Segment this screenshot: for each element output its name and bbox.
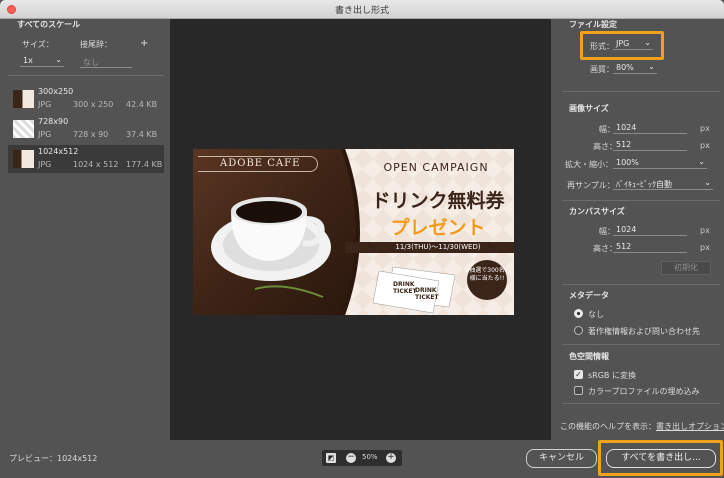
help-text: この機能のヘルプを表示：書き出しオプション: [560, 421, 724, 432]
scale-item-728x90[interactable]: 728x90 JPG 728 x 90 37.4 KB: [8, 115, 164, 143]
embed-profile-label: カラープロファイルの埋め込み: [588, 387, 700, 396]
export-all-button[interactable]: すべてを書き出し...: [606, 449, 716, 468]
chevron-down-icon: ⌄: [55, 55, 62, 64]
image-size-heading: 画像サイズ: [569, 104, 609, 113]
banner-preview-image: ADOBE CAFE OPEN CAMPAIGN ドリンク無料券 プレゼント 1…: [193, 148, 514, 318]
canvas-width-input[interactable]: 1024: [613, 225, 687, 236]
headline: ドリンク無料券: [371, 190, 505, 212]
all-scales-heading: すべてのスケール: [17, 20, 81, 29]
divider: [562, 403, 720, 404]
add-scale-button[interactable]: +: [140, 38, 148, 49]
resample-select[interactable]: ﾊﾞｲｷｭｰﾋﾞｯｸ自動 ⌄: [613, 178, 713, 190]
scale-dims: 728 x 90: [73, 130, 109, 139]
scale-item-300x250[interactable]: 300x250 JPG 300 x 250 42.4 KB: [8, 85, 164, 113]
unit-label: px: [700, 226, 710, 235]
suffix-label: 接尾辞：: [80, 40, 112, 49]
scale-name: 728x90: [38, 117, 69, 126]
zoom-out-icon[interactable]: −: [346, 453, 356, 463]
campaign-label: OPEN CAMPAIGN: [383, 161, 489, 174]
zoom-in-icon[interactable]: +: [386, 453, 396, 463]
unit-label: px: [700, 141, 710, 150]
metadata-none-radio[interactable]: [574, 309, 583, 318]
scale-format: JPG: [38, 160, 52, 169]
zoom-level: 50%: [362, 453, 378, 461]
fit-to-view-icon[interactable]: ◩: [326, 453, 336, 463]
format-label: 形式：: [590, 42, 614, 51]
window-title: 書き出し形式: [334, 6, 389, 16]
unit-label: px: [700, 243, 710, 252]
size-label: サイズ：: [22, 40, 54, 49]
quality-select[interactable]: 80% ⌄: [613, 62, 657, 74]
scale-filesize: 177.4 KB: [126, 160, 163, 169]
scale-filesize: 37.4 KB: [126, 130, 158, 139]
divider: [562, 91, 720, 92]
file-settings-heading: ファイル設定: [569, 20, 617, 29]
scale-select[interactable]: 100% ⌄: [613, 157, 707, 169]
canvas-height-input[interactable]: 512: [613, 242, 687, 253]
suffix-input[interactable]: なし: [80, 57, 132, 68]
scale-value: 100%: [616, 158, 639, 167]
quality-value: 80%: [616, 63, 634, 72]
scale-dims: 300 x 250: [73, 100, 114, 109]
format-select[interactable]: JPG ⌄: [613, 38, 653, 50]
divider: [562, 284, 720, 285]
resample-label: 再サンプル：: [567, 181, 615, 190]
scale-label: 拡大・縮小：: [565, 160, 613, 169]
preview-size-label: プレビュー：1024x512: [9, 454, 98, 463]
divider: [8, 75, 164, 76]
campaign-period: 11/3(THU)〜11/30(WED): [395, 243, 481, 251]
format-value: JPG: [616, 39, 630, 48]
scale-format: JPG: [38, 100, 52, 109]
zoom-controls: ◩ − 50% +: [322, 450, 402, 466]
canvas-size-heading: カンバスサイズ: [569, 207, 625, 216]
brand-label: ADOBE CAFE: [198, 156, 318, 172]
settings-panel: ファイル設定 形式： JPG ⌄ 画質： 80% ⌄ 画像サイズ 幅： 1024…: [557, 19, 724, 442]
thumbnail: [13, 90, 34, 108]
scale-item-1024x512[interactable]: 1024x512 JPG 1024 x 512 177.4 KB: [8, 145, 164, 173]
lottery-badge: 抽選で300名様に当たる!!: [469, 267, 505, 282]
help-link[interactable]: 書き出しオプション: [656, 422, 724, 431]
divider: [562, 344, 720, 345]
scale-format: JPG: [38, 130, 52, 139]
quality-label: 画質：: [590, 65, 614, 74]
thumbnail: [13, 120, 34, 138]
scale-name: 300x250: [38, 87, 74, 96]
scale-filesize: 42.4 KB: [126, 100, 158, 109]
scale-dims: 1024 x 512: [73, 160, 119, 169]
ticket-text: DRINK TICKET: [415, 287, 439, 301]
size-value: 1x: [23, 56, 33, 65]
chevron-down-icon: ⌄: [704, 178, 711, 187]
title-bar: 書き出し形式: [0, 0, 724, 19]
resample-value: ﾊﾞｲｷｭｰﾋﾞｯｸ自動: [616, 180, 672, 189]
srgb-checkbox[interactable]: ✓: [574, 370, 583, 379]
scale-name: 1024x512: [38, 147, 79, 156]
chevron-down-icon: ⌄: [648, 62, 655, 71]
color-info-heading: 色空間情報: [569, 352, 609, 361]
scale-panel: すべてのスケール サイズ： 接尾辞： + 1x ⌄ なし 300x250 JPG…: [0, 19, 170, 442]
srgb-label: sRGB に変換: [588, 371, 636, 380]
metadata-copyright-radio[interactable]: [574, 326, 583, 335]
chevron-down-icon: ⌄: [698, 157, 705, 166]
metadata-heading: メタデータ: [569, 291, 609, 300]
help-prefix: この機能のヘルプを表示：: [560, 422, 656, 431]
divider: [562, 200, 720, 201]
unit-label: px: [700, 124, 710, 133]
height-input[interactable]: 512: [613, 140, 687, 151]
chevron-down-icon: ⌄: [644, 38, 651, 47]
size-select[interactable]: 1x ⌄: [20, 55, 64, 67]
metadata-none-label: なし: [588, 310, 604, 319]
subhead: プレゼント: [390, 217, 486, 239]
metadata-copyright-label: 著作権情報および問い合わせ先: [588, 327, 700, 336]
cancel-button[interactable]: キャンセル: [526, 449, 597, 468]
width-input[interactable]: 1024: [613, 123, 687, 134]
thumbnail: [13, 150, 34, 168]
embed-profile-checkbox[interactable]: [574, 386, 583, 395]
reset-button[interactable]: 初期化: [661, 261, 711, 275]
